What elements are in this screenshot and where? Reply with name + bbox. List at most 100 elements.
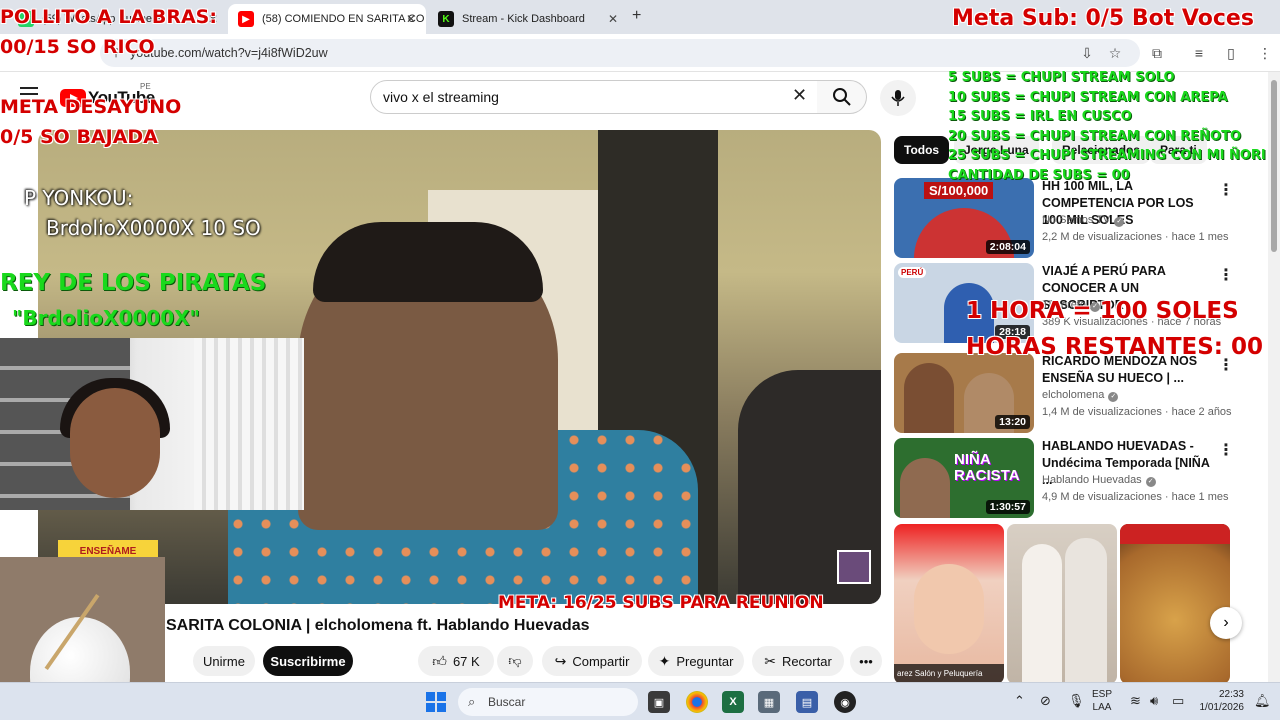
taskbar-search[interactable]: ⌕ Buscar bbox=[458, 688, 638, 716]
new-tab-button[interactable]: + bbox=[632, 7, 641, 25]
duration-badge: 13:20 bbox=[995, 415, 1030, 429]
language-indicator[interactable]: ESP LAA bbox=[1092, 688, 1112, 714]
microphone-icon[interactable]: 🎙︎ bbox=[1068, 693, 1085, 709]
more-actions-button[interactable]: ••• bbox=[850, 646, 882, 676]
task-view-icon[interactable]: ▣ bbox=[648, 691, 670, 713]
recommendation-item[interactable]: 13:20 RICARDO MENDOZA NOS ENSEÑA SU HUEC… bbox=[894, 353, 1264, 433]
shorts-next-button[interactable]: › bbox=[1210, 607, 1242, 639]
search-button[interactable] bbox=[817, 80, 867, 114]
overlay-horas-restantes: HORAS RESTANTES: 00 bbox=[966, 334, 1264, 360]
excel-icon[interactable]: X bbox=[722, 691, 744, 713]
youtube-icon: ▶ bbox=[238, 11, 254, 27]
video-title: SARITA COLONIA | elcholomena ft. Habland… bbox=[166, 617, 590, 634]
kick-icon: K bbox=[438, 11, 454, 27]
media-icon[interactable]: ≡ bbox=[1190, 44, 1208, 62]
overlay-desayuno-count: 0/5 SO BAJADA bbox=[0, 126, 158, 148]
keyboard-layout: LAA bbox=[1092, 702, 1112, 713]
close-icon[interactable]: ✕ bbox=[406, 12, 416, 26]
clock-date: 1/01/2026 bbox=[1199, 702, 1245, 713]
language-code: ESP bbox=[1092, 689, 1113, 700]
wifi-icon[interactable]: ≋ bbox=[1130, 693, 1141, 709]
thumbnail-text: NIÑA RACISTA bbox=[954, 451, 1020, 484]
overlay-subs-line: 10 SUBS = CHUPI STREAM CON AREPA bbox=[948, 89, 1228, 105]
system-clock[interactable]: 22:33 1/01/2026 bbox=[1198, 688, 1245, 714]
overlay-subs-line: 20 SUBS = CHUPI STREAM CON REÑOTO bbox=[948, 128, 1242, 144]
microphone-icon bbox=[891, 90, 905, 106]
scissors-icon: ✂ bbox=[764, 652, 776, 669]
url-field[interactable]: ⚲ youtube.com/watch?v=j4i8fWiD2uw bbox=[100, 39, 1140, 67]
overlay-subs-line: 25 SUBS = CHUPI STREAMING CON MI ÑORI bbox=[948, 148, 1266, 163]
recommendation-item[interactable]: NIÑA RACISTA 1:30:57 HABLANDO HUEVADAS -… bbox=[894, 438, 1264, 518]
screen: (59) WhatsApp Business ✕ ▶ (58) COMIENDO… bbox=[0, 0, 1280, 720]
tab-kick[interactable]: K Stream - Kick Dashboard ✕ bbox=[428, 4, 628, 34]
battery-icon[interactable]: ▭ bbox=[1172, 693, 1184, 709]
shorts-item[interactable] bbox=[1120, 524, 1230, 684]
overlay-subs-line: 15 SUBS = IRL EN CUSCO bbox=[948, 109, 1132, 124]
tab-label: (58) COMIENDO EN SARITA CO bbox=[262, 13, 425, 25]
overlay-subs-line: CANTIDAD DE SUBS = 00 bbox=[948, 167, 1130, 183]
overlay-subs-line: 5 SUBS = CHUPI STREAM SOLO bbox=[948, 70, 1175, 85]
calculator-icon[interactable]: ▦ bbox=[758, 691, 780, 713]
recommendation-meta: 1,4 M de visualizaciones · hace 2 años bbox=[1042, 406, 1232, 418]
join-button[interactable]: Unirme bbox=[193, 646, 255, 676]
split-view-icon[interactable]: ▯ bbox=[1222, 44, 1240, 62]
shorts-face bbox=[914, 564, 984, 654]
video-thumbnail[interactable]: NIÑA RACISTA 1:30:57 bbox=[894, 438, 1034, 518]
shorts-item[interactable] bbox=[1007, 524, 1117, 684]
notification-bell-icon[interactable]: 🔔︎ bbox=[1254, 693, 1271, 709]
search-input[interactable]: vivo x el streaming bbox=[370, 80, 818, 114]
windows-start-icon[interactable] bbox=[426, 692, 446, 712]
subscribe-button[interactable]: Suscribirme bbox=[263, 646, 353, 676]
video-thumbnail[interactable]: S/100,000 2:08:04 bbox=[894, 178, 1034, 258]
shorts-item[interactable]: arez Salón y Peluquería bbox=[894, 524, 1004, 684]
recommendation-item[interactable]: S/100,000 2:08:04 HH 100 MIL, LA COMPETE… bbox=[894, 178, 1264, 258]
ask-button[interactable]: ✦ Preguntar bbox=[648, 646, 744, 676]
url-text: youtube.com/watch?v=j4i8fWiD2uw bbox=[130, 46, 328, 60]
sparkle-icon: ✦ bbox=[658, 652, 671, 669]
video-frame-hair bbox=[313, 222, 543, 302]
more-vert-icon[interactable]: ⋮ bbox=[1218, 265, 1234, 285]
verified-icon: ✓ bbox=[1114, 217, 1125, 227]
overlay-hora: 1 HORA = 100 SOLES bbox=[966, 298, 1239, 324]
overlay-rey-piratas: REY DE LOS PIRATAS bbox=[0, 270, 267, 296]
chip-all[interactable]: Todos bbox=[894, 136, 950, 164]
extensions-icon[interactable]: ⧉ bbox=[1148, 44, 1166, 62]
chevron-up-icon[interactable]: ⌃ bbox=[1014, 693, 1025, 709]
thumbnail-person bbox=[900, 458, 950, 518]
tab-youtube[interactable]: ▶ (58) COMIENDO EN SARITA CO ✕ bbox=[228, 4, 426, 34]
search-icon: ⌕ bbox=[468, 694, 476, 709]
windows-taskbar: ⌕ Buscar ▣ X ▦ ▤ ◉ ⌃ ⊘ 🎙︎ ESP LAA ≋ 🔊︎ ▭… bbox=[0, 682, 1280, 720]
share-button[interactable]: ↪ Compartir bbox=[542, 646, 642, 676]
like-button[interactable]: 👍︎ 67 K bbox=[418, 646, 494, 676]
thumbnail-person bbox=[904, 363, 954, 433]
channel-name[interactable]: Hablando Huevadas ✓ bbox=[1042, 474, 1156, 487]
duration-badge: 2:08:04 bbox=[985, 240, 1030, 254]
bookmark-star-icon[interactable]: ☆ bbox=[1106, 44, 1124, 62]
menu-icon[interactable]: ⋮ bbox=[1256, 44, 1274, 62]
dislike-button[interactable]: 👎︎ bbox=[497, 646, 533, 676]
clear-search-icon[interactable]: ✕ bbox=[792, 85, 807, 106]
taskbar-search-placeholder: Buscar bbox=[488, 695, 526, 709]
overlay-pollito: POLLITO A LA BRAS: bbox=[0, 6, 217, 28]
channel-name[interactable]: elcholomena ✓ bbox=[1042, 389, 1119, 402]
notepad-icon[interactable]: ▤ bbox=[796, 691, 818, 713]
clip-button[interactable]: ✂ Recortar bbox=[752, 646, 844, 676]
video-thumbnail[interactable]: 13:20 bbox=[894, 353, 1034, 433]
share-label: Compartir bbox=[572, 653, 630, 669]
chrome-icon[interactable] bbox=[686, 691, 708, 713]
obs-icon[interactable]: ◉ bbox=[834, 691, 856, 713]
chevron-right-icon: › bbox=[1223, 614, 1229, 631]
overlay-meta-reunion: META: 16/25 SUBS PARA REUNION bbox=[498, 593, 824, 613]
recommendation-meta: 4,9 M de visualizaciones · hace 1 mes bbox=[1042, 491, 1229, 503]
install-icon[interactable]: ⇩ bbox=[1078, 44, 1096, 62]
more-vert-icon[interactable]: ⋮ bbox=[1218, 440, 1234, 460]
channel-name[interactable]: No Somos TV ✓ bbox=[1042, 214, 1125, 227]
shorts-caption: arez Salón y Peluquería bbox=[894, 664, 1004, 684]
volume-icon[interactable]: 🔊︎ bbox=[1150, 693, 1158, 709]
page-scrollbar-thumb[interactable] bbox=[1271, 80, 1277, 252]
webcam-face bbox=[70, 388, 160, 498]
network-off-icon[interactable]: ⊘ bbox=[1040, 693, 1051, 709]
voice-search-button[interactable] bbox=[880, 80, 916, 116]
recommendation-meta: 2,2 M de visualizaciones · hace 1 mes bbox=[1042, 231, 1229, 243]
close-icon[interactable]: ✕ bbox=[608, 12, 618, 26]
